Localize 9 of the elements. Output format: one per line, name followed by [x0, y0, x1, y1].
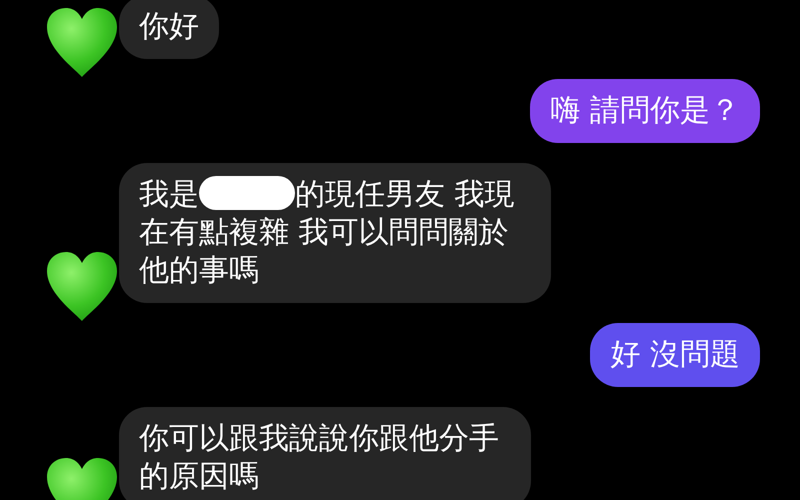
- message-text: 我是: [139, 177, 199, 212]
- message-text: 好 沒問題: [610, 337, 740, 372]
- heart-icon: [45, 251, 119, 323]
- message-text: 嗨 請問你是？: [550, 93, 740, 128]
- message-text: 你可以跟我說說你跟他分手的原因嗎: [139, 421, 499, 494]
- message-text: 你好: [139, 9, 199, 44]
- message-text: 的現任男友 我現: [295, 177, 515, 212]
- heart-icon: [45, 7, 119, 79]
- message-text: 在有點複雜 我可以問問關於他的事嗎: [139, 214, 510, 290]
